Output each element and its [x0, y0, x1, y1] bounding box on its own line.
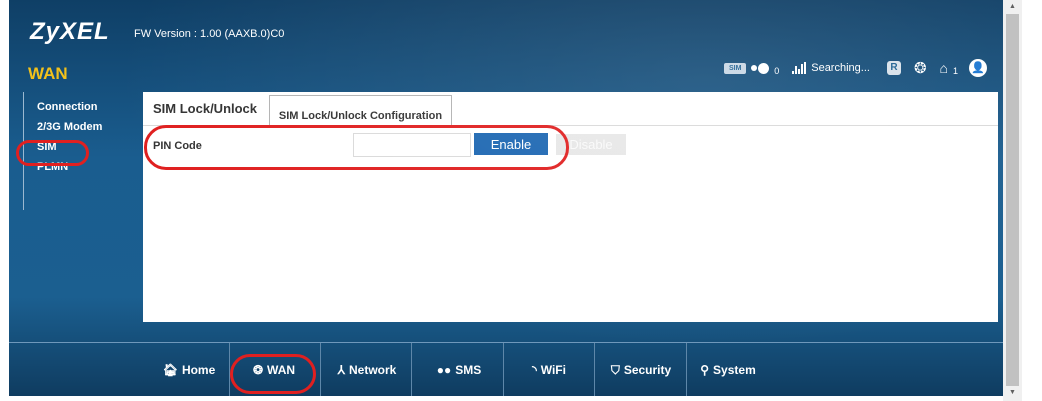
client-count: 1	[952, 66, 958, 76]
network-icon: ⅄	[337, 363, 345, 377]
nav-wifi-label: WiFi	[540, 363, 566, 377]
firmware-version: FW Version : 1.00 (AAXB.0)C0	[134, 28, 285, 40]
message-count: 0	[774, 66, 780, 76]
nav-wan-label: WAN	[267, 363, 296, 377]
sidebar-item-sim[interactable]: SIM	[24, 140, 122, 155]
nav-system[interactable]: ⚲ System	[689, 343, 767, 396]
scroll-up-icon[interactable]: ▲	[1003, 1, 1022, 13]
vertical-scrollbar[interactable]: ▲ ▼	[1003, 0, 1022, 401]
tab-sim-lock-configuration[interactable]: SIM Lock/Unlock Configuration	[269, 95, 452, 125]
nav-divider	[411, 343, 412, 396]
globe-icon: ❂	[252, 363, 264, 377]
sidebar: Connection 2/3G Modem SIM PLMN	[23, 92, 122, 210]
nav-divider	[229, 343, 230, 396]
disable-button[interactable]: Disable	[556, 134, 626, 155]
nav-wan[interactable]: ❂ WAN	[234, 343, 314, 396]
zyxel-logo: ZyXEL	[30, 18, 110, 45]
nav-home-label: Home	[181, 363, 216, 377]
nav-wifi[interactable]: ◝ WiFi	[509, 343, 589, 396]
wifi-icon: ◝	[532, 363, 537, 377]
nav-sms[interactable]: ●● SMS	[419, 343, 499, 396]
nav-divider	[686, 343, 687, 396]
shield-icon: ⛉	[610, 362, 620, 377]
nav-network[interactable]: ⅄ Network	[327, 343, 407, 396]
sidebar-item-connection[interactable]: Connection	[24, 100, 122, 115]
scroll-down-icon[interactable]: ▼	[1003, 387, 1022, 399]
pin-code-input[interactable]	[353, 133, 471, 157]
nav-divider	[503, 343, 504, 396]
nav-security[interactable]: ⛉ Security	[599, 343, 683, 396]
nav-sms-label: SMS	[455, 363, 482, 377]
tab-divider	[143, 125, 998, 126]
tab-sim-lock-unlock[interactable]: SIM Lock/Unlock	[153, 101, 257, 116]
page-title: WAN	[28, 64, 68, 83]
pin-code-label: PIN Code	[153, 140, 202, 152]
status-bar: SIM 0 Searching... R ❂ ⌂ 1 👤	[724, 58, 987, 78]
system-icon: ⚲	[700, 363, 710, 377]
bottom-navigation: 🏠︎ Home ❂ WAN ⅄ Network ●● SMS ◝ WiFi ⛉ …	[9, 342, 1003, 396]
message-icon[interactable]	[751, 62, 770, 74]
sim-card-icon: SIM	[724, 62, 747, 74]
sidebar-item-plmn[interactable]: PLMN	[24, 160, 122, 175]
nav-network-label: Network	[349, 363, 397, 377]
nav-home[interactable]: 🏠︎ Home	[154, 343, 224, 396]
home-icon: 🏠︎	[162, 363, 178, 377]
app-window: ZyXEL FW Version : 1.00 (AAXB.0)C0 WAN S…	[9, 0, 1003, 396]
nav-security-label: Security	[623, 363, 672, 377]
nav-divider	[594, 343, 595, 396]
roaming-icon: R	[886, 61, 901, 75]
user-icon[interactable]: 👤	[969, 59, 987, 77]
nav-system-label: System	[713, 363, 756, 377]
signal-status-text: Searching...	[811, 62, 870, 74]
content-panel: SIM Lock/Unlock SIM Lock/Unlock Configur…	[143, 92, 998, 322]
router-icon: ⌂	[939, 60, 948, 76]
sidebar-item-modem[interactable]: 2/3G Modem	[24, 120, 122, 135]
signal-strength-icon	[792, 62, 807, 74]
sms-icon: ●●	[436, 363, 452, 377]
enable-button[interactable]: Enable	[474, 133, 548, 155]
scrollbar-thumb[interactable]	[1006, 14, 1019, 386]
nav-divider	[320, 343, 321, 396]
internet-globe-icon: ❂	[913, 60, 927, 77]
